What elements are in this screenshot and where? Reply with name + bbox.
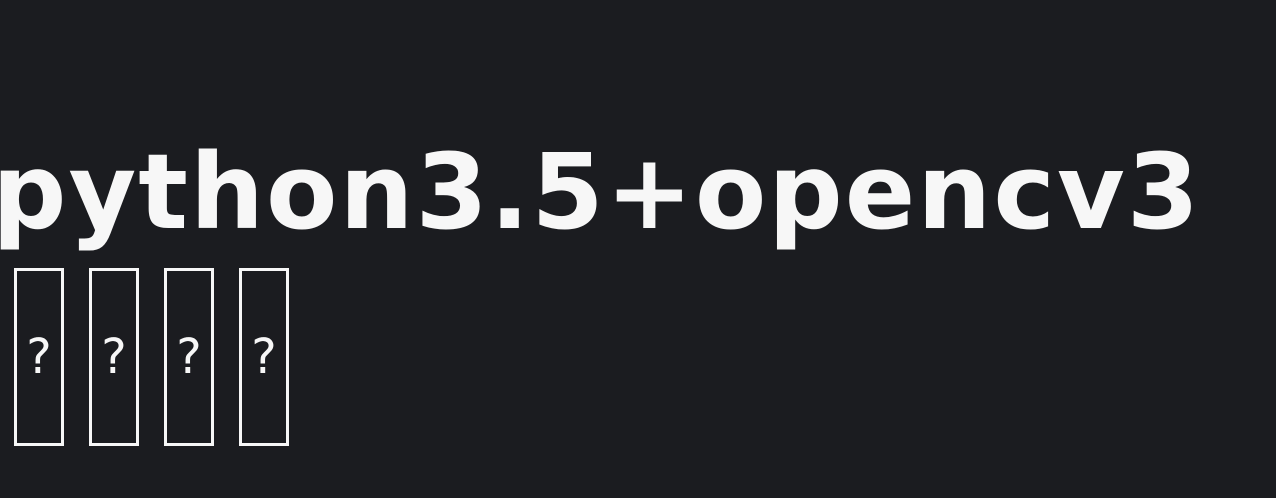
missing-glyph: ?	[239, 268, 289, 446]
page-title: python3.5+opencv3	[0, 131, 1202, 253]
missing-glyph: ?	[89, 268, 139, 446]
missing-glyph: ?	[164, 268, 214, 446]
title-canvas: python3.5+opencv3 ? ? ? ?	[0, 0, 1276, 498]
missing-glyph: ?	[14, 268, 64, 446]
missing-glyph-row: ? ? ? ?	[14, 268, 289, 446]
